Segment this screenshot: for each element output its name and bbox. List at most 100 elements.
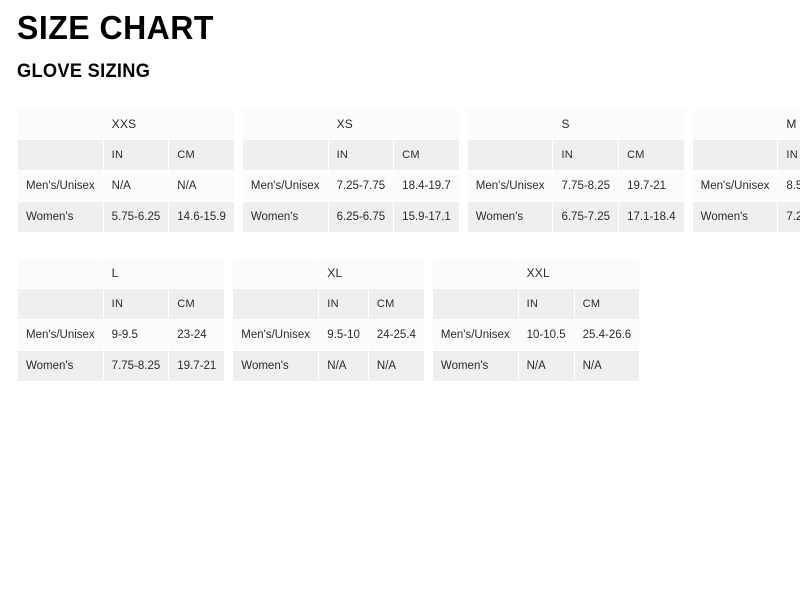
row-label: Women's [241, 201, 329, 233]
row-label: Men's/Unisex [232, 319, 320, 351]
unit-header-in: IN [517, 288, 575, 320]
value-in: 7.75-8.25 [552, 170, 620, 202]
table-row: Women's N/A N/A [431, 350, 641, 382]
corner-cell [17, 257, 104, 289]
unit-header-in: IN [102, 288, 170, 320]
value-cm: 19.7-21 [618, 170, 685, 202]
table-row: Women's 6.75-7.25 17.1-18.4 [466, 201, 685, 233]
size-header-row: M [691, 108, 800, 140]
value-in: N/A [102, 170, 170, 202]
value-cm: 14.6-15.9 [168, 201, 235, 233]
size-header-row: L [17, 257, 226, 289]
size-table-l: L IN CM Men's/Unisex 9-9.5 23-24 Women's 7.75-8… [17, 257, 226, 382]
value-cm: 23-24 [168, 319, 226, 351]
unit-header-row: INCM [241, 139, 460, 171]
size-table-xs: XS IN CM Men's/Unisex 7.25-7.75 18.4-19.7 Wome… [241, 108, 460, 233]
size-name-header: S [552, 108, 685, 140]
value-cm: 24-25.4 [367, 319, 425, 351]
unit-header-cm: CM [168, 288, 226, 320]
unit-row-corner-cell [466, 139, 554, 171]
table-row: Women's 7.75-8.25 19.7-21 [17, 350, 226, 382]
size-table-row-bottom: L IN CM Men's/Unisex 9-9.5 23-24 Women's 7.75-8… [17, 257, 647, 382]
table-row: Men's/Unisex 9.5-10 24-25.4 [232, 319, 425, 351]
table-row: Men's/Unisex 7.25-7.75 18.4-19.7 [241, 170, 460, 202]
unit-row-corner-cell [17, 139, 104, 171]
size-table: L IN CM Men's/Unisex 9-9.5 23-24 Women's 7.75-8… [17, 257, 226, 382]
value-in: 9.5-10 [318, 319, 369, 351]
unit-row-corner-cell [232, 288, 320, 320]
size-name-header: L [102, 257, 226, 289]
size-name-header: XS [327, 108, 460, 140]
unit-header-cm: CM [618, 139, 685, 171]
row-label: Women's [232, 350, 320, 382]
unit-header-in: IN [552, 139, 620, 171]
value-in: N/A [318, 350, 369, 382]
value-cm: N/A [367, 350, 425, 382]
value-cm: 17.1-18.4 [618, 201, 685, 233]
table-row: Men's/Unisex 10-10.5 25.4-26.6 [431, 319, 641, 351]
size-header-row: XXL [431, 257, 641, 289]
size-header-row: S [466, 108, 685, 140]
size-name-header: XL [318, 257, 425, 289]
value-in: 6.25-6.75 [327, 201, 395, 233]
row-label: Women's [431, 350, 519, 382]
table-row: Men's/Unisex N/A N/A [17, 170, 235, 202]
value-cm: 19.7-21 [168, 350, 226, 382]
unit-row-corner-cell [431, 288, 519, 320]
value-in: 7.75-8.25 [102, 350, 170, 382]
unit-header-row: INCM [431, 288, 641, 320]
unit-header-row: INCM [17, 288, 226, 320]
size-table: MINCMMen's/Unisex8.5-921.5-23Women's7.25… [691, 108, 800, 233]
size-name-header: XXL [517, 257, 641, 289]
table-row: Men's/Unisex 9-9.5 23-24 [17, 319, 226, 351]
page-title: SIZE CHART [17, 9, 214, 46]
row-label: Men's/Unisex [241, 170, 329, 202]
row-label: Men's/Unisex [466, 170, 554, 202]
value-in: N/A [517, 350, 575, 382]
size-table-s: S IN CM Men's/Unisex 7.75-8.25 19.7-21 Women's… [466, 108, 685, 233]
corner-cell [691, 108, 779, 140]
size-table-m: MINCMMen's/Unisex8.5-921.5-23Women's7.25… [691, 108, 800, 233]
size-table-row-top: XXS IN CM Men's/Unisex N/A N/A Women's 5.75-6.2… [17, 108, 800, 233]
size-table-xl: XL IN CM Men's/Unisex 9.5-10 24-25.4 Women's N/… [232, 257, 425, 382]
value-in: 8.5-9 [777, 170, 800, 202]
row-label: Men's/Unisex [17, 319, 104, 351]
row-label: Women's [17, 201, 104, 233]
size-table: S IN CM Men's/Unisex 7.75-8.25 19.7-21 Women's… [466, 108, 685, 233]
table-row: Women's7.25-7.7518.4-19.7 [691, 201, 800, 233]
table-row: Men's/Unisex 7.75-8.25 19.7-21 [466, 170, 685, 202]
value-in: 7.25-7.75 [777, 201, 800, 233]
row-label: Men's/Unisex [431, 319, 519, 351]
corner-cell [466, 108, 554, 140]
unit-header-row: INCM [232, 288, 425, 320]
corner-cell [431, 257, 519, 289]
size-header-row: XXS [17, 108, 235, 140]
table-row: Women's 5.75-6.25 14.6-15.9 [17, 201, 235, 233]
unit-header-row: INCM [466, 139, 685, 171]
table-row: Women's 6.25-6.75 15.9-17.1 [241, 201, 460, 233]
size-name-header: M [777, 108, 800, 140]
value-cm: 18.4-19.7 [393, 170, 460, 202]
size-table: XL IN CM Men's/Unisex 9.5-10 24-25.4 Women's N/… [232, 257, 425, 382]
size-table: XXL IN CM Men's/Unisex 10-10.5 25.4-26.6 Women… [431, 257, 641, 382]
unit-header-cm: CM [393, 139, 460, 171]
size-table-xxs: XXS IN CM Men's/Unisex N/A N/A Women's 5.75-6.2… [17, 108, 235, 233]
unit-header-in: IN [102, 139, 170, 171]
value-in: 5.75-6.25 [102, 201, 170, 233]
value-cm: 25.4-26.6 [573, 319, 641, 351]
row-label: Men's/Unisex [691, 170, 779, 202]
row-label: Men's/Unisex [17, 170, 104, 202]
value-cm: N/A [573, 350, 641, 382]
value-cm: N/A [168, 170, 235, 202]
row-label: Women's [466, 201, 554, 233]
table-row: Women's N/A N/A [232, 350, 425, 382]
size-chart-page: SIZE CHART GLOVE SIZING XXS IN CM Men's/Uni… [0, 0, 800, 600]
unit-header-cm: CM [573, 288, 641, 320]
row-label: Women's [691, 201, 779, 233]
size-header-row: XL [232, 257, 425, 289]
unit-row-corner-cell [241, 139, 329, 171]
value-in: 6.75-7.25 [552, 201, 620, 233]
size-table: XXS IN CM Men's/Unisex N/A N/A Women's 5.75-6.2… [17, 108, 235, 233]
value-in: 10-10.5 [517, 319, 575, 351]
section-title-glove-sizing: GLOVE SIZING [17, 61, 151, 82]
